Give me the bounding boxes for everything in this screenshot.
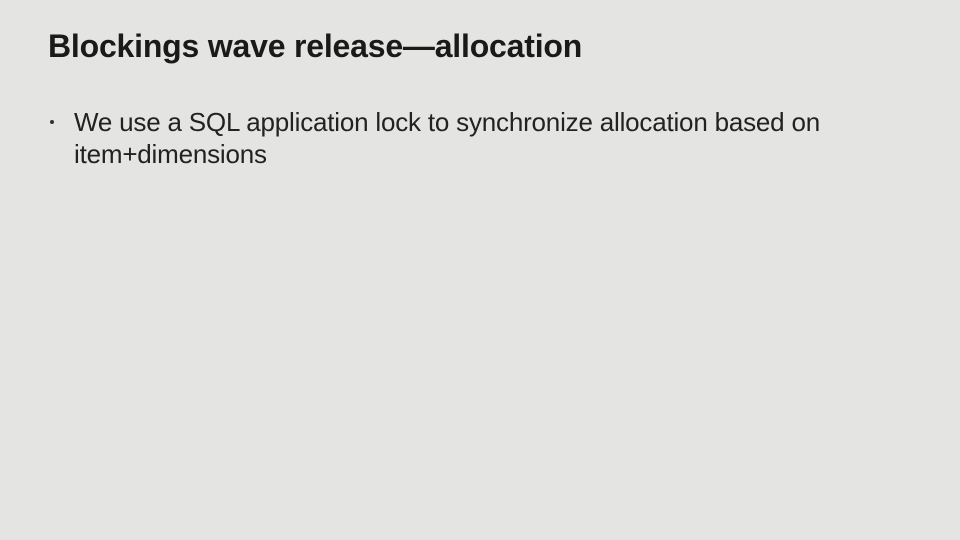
- list-item: We use a SQL application lock to synchro…: [70, 107, 890, 170]
- slide: Blockings wave release—allocation We use…: [0, 0, 960, 540]
- bullet-list: We use a SQL application lock to synchro…: [48, 107, 912, 170]
- bullet-text: We use a SQL application lock to synchro…: [74, 107, 820, 169]
- slide-title: Blockings wave release—allocation: [48, 28, 912, 65]
- bullet-icon: [50, 120, 54, 124]
